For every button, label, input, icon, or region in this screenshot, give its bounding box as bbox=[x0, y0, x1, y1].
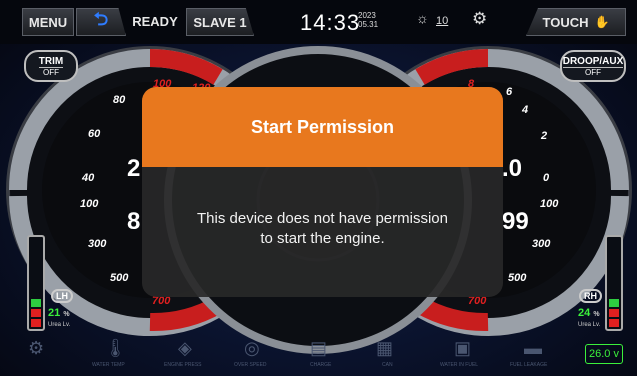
left-upper-tick: 40 bbox=[82, 172, 95, 184]
ready-status: READY bbox=[132, 13, 178, 29]
right-urea-fill-green bbox=[609, 299, 619, 307]
can-icon: ▦ bbox=[376, 338, 394, 358]
right-upper-tick: 2 bbox=[541, 130, 548, 142]
right-upper-tick: 6 bbox=[506, 86, 513, 98]
left-urea-fill-red2 bbox=[31, 319, 41, 327]
right-urea-fill-red2 bbox=[609, 319, 619, 327]
right-lower-value: 99 bbox=[502, 208, 529, 235]
trim-state: OFF bbox=[43, 67, 59, 77]
water-in-fuel-icon: ▣ bbox=[454, 338, 472, 358]
dim-sun-icon[interactable]: ⚙ bbox=[472, 9, 487, 29]
engine-press-icon: ◈ bbox=[178, 338, 192, 358]
menu-button[interactable]: MENU bbox=[22, 8, 74, 36]
clock-time: 14:33 bbox=[300, 10, 361, 35]
over-speed-label: OVER SPEED bbox=[234, 362, 267, 368]
can-label: CAN bbox=[382, 362, 393, 368]
right-urea-fill-red bbox=[609, 309, 619, 317]
left-percent-value: 21 bbox=[48, 307, 61, 319]
dialog-message-line1: This device does not have permission bbox=[197, 210, 448, 227]
dialog-title: Start Permission bbox=[142, 87, 503, 167]
right-percent-unit: % bbox=[593, 311, 600, 318]
right-urea-percent: 24 % bbox=[578, 307, 600, 319]
dialog-message-line2: to start the engine. bbox=[260, 230, 385, 247]
left-upper-value: 2 bbox=[127, 155, 141, 182]
dashboard-screen: 40 60 80 100 120 100 300 500 700 2 8 0 2… bbox=[0, 0, 637, 376]
fuel-leakage-label: FUEL LEAKAGE bbox=[510, 362, 548, 368]
rh-label: RH bbox=[579, 289, 602, 303]
engine-press-label: ENGINE PRESS bbox=[164, 362, 202, 368]
left-lower-tick: 100 bbox=[80, 198, 99, 210]
droop-aux-button[interactable]: DROOP/AUX OFF bbox=[560, 50, 626, 82]
slave-button[interactable]: SLAVE 1 bbox=[186, 8, 254, 36]
dialog-message: This device does not have permission to … bbox=[142, 209, 503, 249]
warning-bar: ⚙ 🌡 WATER TEMP ◈ ENGINE PRESS ◎ OVER SPE… bbox=[0, 336, 637, 376]
check-engine-icon: ⚙ bbox=[28, 338, 45, 358]
water-temp-label: WATER TEMP bbox=[92, 362, 125, 368]
right-lower-tick: 300 bbox=[532, 238, 551, 250]
left-lower-value: 8 bbox=[127, 208, 141, 235]
sun-icon[interactable]: ☼ bbox=[416, 10, 429, 26]
right-percent-value: 24 bbox=[578, 307, 591, 319]
voltage-readout: 26.0 v bbox=[585, 344, 623, 364]
water-in-fuel-label: WATER IN FUEL bbox=[440, 362, 479, 368]
trim-button[interactable]: TRIM OFF bbox=[24, 50, 78, 82]
charge-label: CHARGE bbox=[310, 362, 332, 368]
left-urea-caption: Urea Lv. bbox=[48, 322, 71, 328]
touch-button[interactable]: TOUCH ✋ bbox=[526, 8, 626, 36]
clock-date: 2023 05.31 bbox=[358, 11, 378, 29]
left-upper-tick: 80 bbox=[113, 94, 126, 106]
right-upper-tick: 4 bbox=[522, 104, 529, 116]
left-upper-tick: 60 bbox=[88, 128, 101, 140]
touch-label: TOUCH bbox=[542, 14, 589, 30]
left-urea-fill-red bbox=[31, 309, 41, 317]
battery-icon: ▤ bbox=[310, 338, 328, 358]
right-urea-bar bbox=[605, 235, 623, 331]
clock-day: 05.31 bbox=[358, 20, 379, 29]
clock-year: 2023 bbox=[358, 11, 376, 20]
over-speed-icon: ◎ bbox=[244, 338, 260, 358]
left-percent-unit: % bbox=[63, 311, 70, 318]
trim-label: TRIM bbox=[38, 55, 64, 68]
left-urea-percent: 21 % bbox=[48, 307, 70, 319]
brightness-value: 10 bbox=[436, 15, 449, 27]
fuel-leakage-icon: ▬ bbox=[524, 338, 542, 358]
start-permission-dialog[interactable]: Start Permission This device does not ha… bbox=[142, 87, 503, 297]
lh-label: LH bbox=[51, 289, 73, 303]
right-lower-tick: 500 bbox=[508, 272, 527, 284]
usb-icon: ⮌ bbox=[76, 8, 126, 36]
right-upper-value: .0 bbox=[502, 155, 523, 182]
touch-hand-icon: ✋ bbox=[594, 15, 610, 29]
left-lower-tick: 300 bbox=[88, 238, 107, 250]
right-upper-tick: 0 bbox=[543, 172, 550, 184]
right-lower-tick: 100 bbox=[540, 198, 559, 210]
droop-state: OFF bbox=[585, 67, 601, 77]
droop-label: DROOP/AUX bbox=[562, 55, 624, 68]
top-bar: MENU ⮌ READY SLAVE 1 14:33 2023 05.31 ☼ … bbox=[0, 0, 637, 44]
left-urea-fill-green bbox=[31, 299, 41, 307]
left-lower-tick: 500 bbox=[110, 272, 129, 284]
right-urea-caption: Urea Lv. bbox=[578, 322, 601, 328]
left-urea-bar bbox=[27, 235, 45, 331]
water-temp-icon: 🌡 bbox=[104, 338, 127, 358]
